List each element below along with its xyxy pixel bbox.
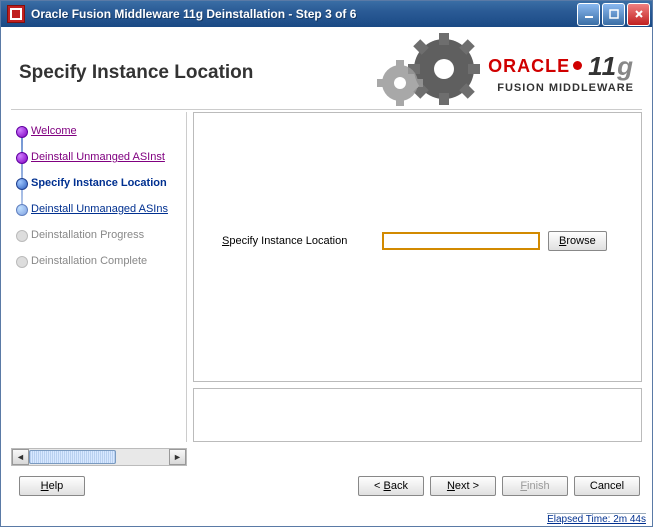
close-icon [634,9,644,19]
step-label: Specify Instance Location [31,177,167,189]
step-link[interactable]: Deinstall Unmanged ASInst [31,151,165,163]
back-button[interactable]: < Back [358,476,424,496]
step-label: Deinstallation Complete [31,255,147,267]
gears-icon [372,31,502,116]
step-label: Deinstallation Progress [31,229,144,241]
step-sidebar: Welcome Deinstall Unmanged ASInst Specif… [11,112,187,442]
finish-button: Finish [502,476,568,496]
step-list: Welcome Deinstall Unmanged ASInst Specif… [13,118,182,274]
step-deinstall-unmanaged-2[interactable]: Deinstall Unmanaged ASIns [31,196,182,222]
content-box: Specify Instance Location Browse [193,112,642,382]
header-branding: ORACLE 11g FUSION MIDDLEWARE [312,37,642,109]
step-link[interactable]: Welcome [31,125,77,137]
wizard-header: Specify Instance Location [11,37,642,109]
scroll-thumb[interactable] [29,450,116,464]
wizard-body: Welcome Deinstall Unmanged ASInst Specif… [11,112,642,442]
instance-location-input[interactable] [382,232,540,250]
client-area: Specify Instance Location [1,27,652,526]
maximize-button[interactable] [602,3,625,26]
step-deinstallation-complete: Deinstallation Complete [31,248,182,274]
maximize-icon [609,9,619,19]
window-title: Oracle Fusion Middleware 11g Deinstallat… [29,7,575,21]
step-bullet-done-icon [16,126,28,138]
title-bar[interactable]: Oracle Fusion Middleware 11g Deinstallat… [1,1,652,27]
help-button[interactable]: Help [19,476,85,496]
minimize-icon [584,9,594,19]
step-bullet-current-icon [16,178,28,190]
oracle-logo: ORACLE 11g FUSION MIDDLEWARE [488,51,634,94]
step-link[interactable]: Deinstall Unmanaged ASIns [31,203,168,215]
header-separator [11,109,642,110]
instance-location-row: Specify Instance Location Browse [222,231,607,251]
step-welcome[interactable]: Welcome [31,118,182,144]
brand-version: 11 [588,51,617,81]
scroll-left-button[interactable]: ◄ [12,449,29,465]
page-title: Specify Instance Location [11,62,253,84]
step-connector-line [21,128,23,204]
button-bar: Help < Back Next > Finish Cancel [11,476,642,496]
brand-subtitle: FUSION MIDDLEWARE [488,82,634,94]
minimize-button[interactable] [577,3,600,26]
step-deinstall-unmanaged-1[interactable]: Deinstall Unmanged ASInst [31,144,182,170]
message-box [193,388,642,442]
step-bullet-next-icon [16,204,28,216]
main-panel: Specify Instance Location Browse [187,112,642,442]
step-bullet-done-icon [16,152,28,164]
step-specify-instance-location[interactable]: Specify Instance Location [31,170,182,196]
instance-location-label: Specify Instance Location [222,235,382,247]
elapsed-time-status: Elapsed Time: 2m 44s [547,513,646,525]
step-bullet-future-icon [16,230,28,242]
brand-dot-icon [573,61,582,70]
step-deinstallation-progress: Deinstallation Progress [31,222,182,248]
sidebar-horizontal-scrollbar[interactable]: ◄ ► [11,448,187,466]
cancel-button[interactable]: Cancel [574,476,640,496]
scroll-track[interactable] [29,450,169,464]
step-bullet-future-icon [16,256,28,268]
brand-name: ORACLE [488,56,570,77]
app-icon [7,5,25,23]
close-button[interactable] [627,3,650,26]
browse-button[interactable]: Browse [548,231,607,251]
scroll-right-button[interactable]: ► [169,449,186,465]
installer-window: Oracle Fusion Middleware 11g Deinstallat… [0,0,653,527]
brand-version-suffix: g [617,51,634,81]
next-button[interactable]: Next > [430,476,496,496]
